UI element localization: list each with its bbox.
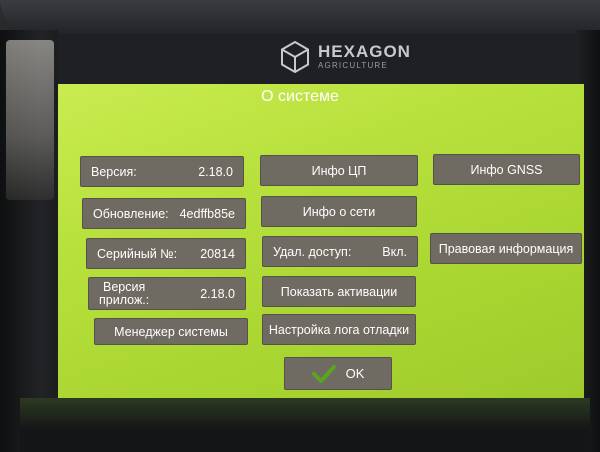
app-version-label: Версия прилож.: [99,279,150,307]
cpu-info-button[interactable]: Инфо ЦП [260,155,418,186]
version-label: Версия: [91,164,137,179]
debug-log-label: Настройка лога отладки [268,322,410,337]
app-version-row: Версия прилож.: 2.18.0 [88,277,246,310]
show-activations-button[interactable]: Показать активации [262,276,416,307]
gnss-info-button[interactable]: Инфо GNSS [433,154,580,185]
legal-info-button[interactable]: Правовая информация [430,233,582,264]
glare-reflection [6,40,54,200]
brand-subtitle: AGRICULTURE [318,61,388,70]
serial-value: 20814 [200,246,235,261]
app-version-value: 2.18.0 [200,286,235,301]
dialog-title: О системе [261,88,339,105]
network-info-label: Инфо о сети [302,204,376,219]
brand-name: HEXAGON [318,42,411,61]
update-row: Обновление: 4edffb85e [82,198,246,229]
serial-row: Серийный №: 20814 [86,238,246,269]
bezel-bottom [20,398,590,452]
gnss-info-label: Инфо GNSS [470,162,543,177]
remote-access-button[interactable]: Удал. доступ: Вкл. [262,236,418,267]
app-version-label-line2: прилож.: [99,292,150,307]
remote-access-label: Удал. доступ: [273,244,352,259]
bezel-top [0,0,600,34]
update-value: 4edffb85e [179,206,235,221]
remote-access-value: Вкл. [382,244,407,259]
network-info-button[interactable]: Инфо о сети [261,196,417,227]
system-manager-button[interactable]: Менеджер системы [94,318,248,345]
brand-logo: HEXAGON AGRICULTURE [278,38,418,76]
hexagon-logo-icon [281,40,309,74]
serial-label: Серийный №: [97,246,178,261]
ok-button[interactable]: OK [284,357,392,390]
check-icon [311,364,336,383]
cpu-info-label: Инфо ЦП [311,163,367,178]
app-version-label-line1: Версия [103,279,146,294]
ok-label: OK [345,366,365,381]
update-label: Обновление: [93,206,169,221]
version-row: Версия: 2.18.0 [80,156,244,187]
legal-info-label: Правовая информация [438,241,574,256]
debug-log-button[interactable]: Настройка лога отладки [262,314,416,345]
system-manager-label: Менеджер системы [114,324,228,339]
show-activations-label: Показать активации [280,284,398,299]
version-value: 2.18.0 [198,164,233,179]
